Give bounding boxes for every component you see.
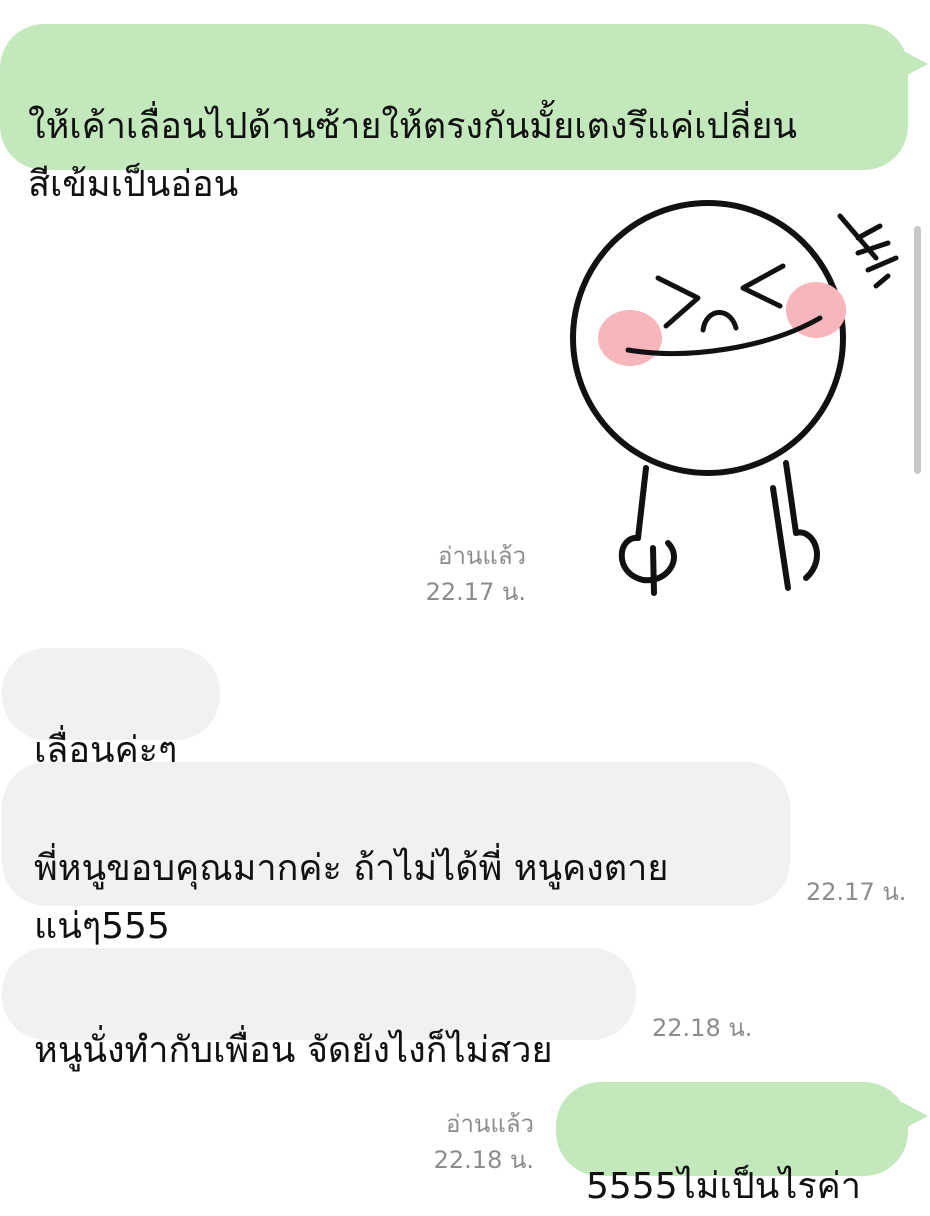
outgoing-message-bubble[interactable]: ให้เค้าเลื่อนไปด้านซ้ายให้ตรงกันมั้ยเตงร… bbox=[0, 24, 908, 205]
message-text: 5555ไม่เป็นไรค่า bbox=[586, 1166, 861, 1207]
message-time: 22.18 น. bbox=[652, 1014, 753, 1042]
incoming-message-bubble[interactable]: พี่หนูขอบคุณมากค่ะ ถ้าไม่ได้พี่ หนูคงตาย… bbox=[2, 762, 790, 947]
scrollbar[interactable] bbox=[914, 226, 921, 474]
read-label: อ่านแล้ว bbox=[446, 1110, 534, 1138]
message-text: ให้เค้าเลื่อนไปด้านซ้ายให้ตรงกันมั้ยเตงร… bbox=[28, 106, 798, 205]
message-text: พี่หนูขอบคุณมากค่ะ ถ้าไม่ได้พี่ หนูคงตาย… bbox=[34, 848, 669, 947]
bubble-tail bbox=[902, 1102, 928, 1130]
read-receipt: อ่านแล้ว 22.17 น. bbox=[380, 538, 526, 610]
message-text: หนูนั่งทำกับเพื่อน จัดยังไงก็ไม่สวย bbox=[34, 1030, 553, 1071]
message-time: 22.17 น. bbox=[806, 878, 907, 906]
bubble-tail bbox=[902, 50, 928, 78]
incoming-message-bubble[interactable]: เลื่อนค่ะๆ bbox=[2, 648, 220, 771]
message-time: 22.17 น. bbox=[425, 578, 526, 606]
message-time: 22.18 น. bbox=[433, 1146, 534, 1174]
outgoing-message-bubble[interactable]: 5555ไม่เป็นไรค่า bbox=[556, 1082, 908, 1207]
incoming-message-bubble[interactable]: หนูนั่งทำกับเพื่อน จัดยังไงก็ไม่สวย bbox=[2, 948, 636, 1071]
read-label: อ่านแล้ว bbox=[438, 542, 526, 570]
read-receipt: อ่านแล้ว 22.18 น. bbox=[388, 1106, 534, 1178]
laughing-moon-face-sticker[interactable] bbox=[558, 198, 908, 598]
